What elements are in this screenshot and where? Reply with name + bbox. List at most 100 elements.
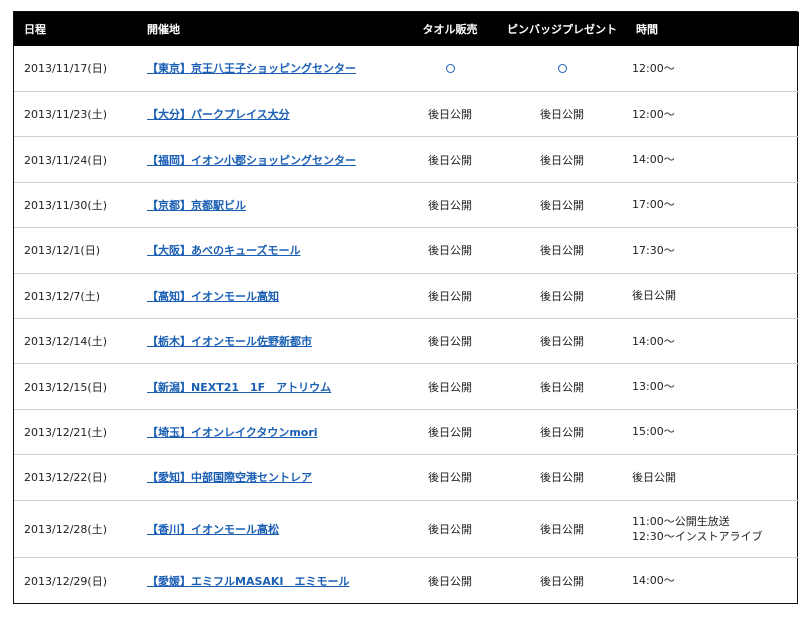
venue-link[interactable]: 【大分】パークプレイス大分 [147, 108, 290, 121]
venue-link[interactable]: 【高知】イオンモール高知 [147, 290, 279, 303]
towel-sale-cell: 後日公開 [428, 289, 472, 303]
event-time-cell: 15:00～ [626, 409, 799, 454]
schedule-table-container: 日程 開催地 タオル販売 ピンバッジプレゼント 時間 2013/11/17(日)… [13, 11, 799, 604]
event-time-cell: 17:30～ [626, 228, 799, 273]
event-time-cell: 14:00～ [626, 318, 799, 363]
header-venue: 開催地 [147, 23, 180, 36]
venue-cell: 【愛知】中部国際空港セントレア [137, 455, 402, 500]
event-date: 2013/12/1(日) [24, 244, 100, 258]
pin-badge-cell: 後日公開 [540, 198, 584, 212]
header-badge: ピンバッジプレゼント [507, 23, 617, 36]
event-date: 2013/12/15(日) [24, 380, 107, 394]
venue-link[interactable]: 【愛媛】エミフルMASAKI エミモール [147, 575, 350, 588]
pin-badge-cell: 後日公開 [540, 335, 584, 349]
event-time: 17:30～ [632, 243, 675, 257]
circle-icon [445, 64, 455, 74]
venue-link[interactable]: 【栃木】イオンモール佐野新都市 [147, 335, 312, 348]
venue-cell: 【東京】京王八王子ショッピングセンター [137, 46, 402, 91]
pin-badge-cell: 後日公開 [540, 380, 584, 394]
event-time: 11:00～公開生放送 [632, 514, 730, 528]
header-towel: タオル販売 [422, 23, 478, 36]
event-time: 12:00～ [632, 107, 675, 121]
towel-sale-cell: 後日公開 [428, 380, 472, 394]
venue-cell: 【大阪】あべのキューズモール [137, 228, 402, 273]
pin-badge-cell: 後日公開 [540, 471, 584, 485]
pin-badge-cell: 後日公開 [540, 244, 584, 258]
venue-cell: 【高知】イオンモール高知 [137, 273, 402, 318]
venue-link[interactable]: 【大阪】あべのキューズモール [147, 244, 300, 257]
event-time: 14:00～ [632, 574, 675, 588]
venue-link[interactable]: 【新潟】NEXT21 1F アトリウム [147, 381, 331, 394]
towel-sale-cell: 後日公開 [428, 574, 472, 588]
event-date: 2013/12/21(土) [24, 425, 107, 439]
event-time: 15:00～ [632, 425, 675, 439]
venue-cell: 【愛媛】エミフルMASAKI エミモール [137, 558, 402, 603]
venue-cell: 【栃木】イオンモール佐野新都市 [137, 318, 402, 363]
event-time: 12:30～インストアライブ [632, 529, 763, 543]
venue-cell: 【埼玉】イオンレイクタウンmori [137, 409, 402, 454]
towel-sale-cell: 後日公開 [428, 522, 472, 536]
towel-sale-cell: 後日公開 [428, 425, 472, 439]
event-time: 14:00～ [632, 153, 675, 167]
table-header: 日程 開催地 タオル販売 ピンバッジプレゼント 時間 [14, 12, 799, 46]
pin-badge-cell [498, 46, 626, 91]
event-date: 2013/11/24(日) [24, 153, 107, 167]
event-time-cell: 14:00～ [626, 137, 799, 182]
event-time: 後日公開 [632, 470, 676, 484]
venue-link[interactable]: 【愛知】中部国際空港セントレア [147, 471, 312, 484]
event-time-cell: 12:00～ [626, 91, 799, 136]
event-time-cell: 後日公開 [626, 273, 799, 318]
event-time: 12:00～ [632, 61, 675, 75]
event-time: 13:00～ [632, 380, 675, 394]
event-date: 2013/12/29(日) [24, 574, 107, 588]
event-date: 2013/11/17(日) [24, 62, 107, 76]
event-time-cell: 17:00～ [626, 182, 799, 227]
venue-link[interactable]: 【京都】京都駅ビル [147, 199, 246, 212]
venue-link[interactable]: 【香川】イオンモール高松 [147, 523, 279, 536]
table-row: 2013/12/14(土) 【栃木】イオンモール佐野新都市 後日公開 後日公開 14:0… [14, 318, 799, 363]
towel-sale-cell: 後日公開 [428, 198, 472, 212]
table-row: 2013/12/7(土) 【高知】イオンモール高知 後日公開 後日公開 後日公開 [14, 273, 799, 318]
event-date: 2013/11/30(土) [24, 198, 107, 212]
header-date: 日程 [24, 23, 46, 36]
table-row: 2013/11/17(日) 【東京】京王八王子ショッピングセンター 12:00～ [14, 46, 799, 91]
venue-link[interactable]: 【福岡】イオン小郡ショッピングセンター [147, 154, 356, 167]
table-row: 2013/12/21(土) 【埼玉】イオンレイクタウンmori 後日公開 後日公開 15… [14, 409, 799, 454]
towel-sale-cell: 後日公開 [428, 108, 472, 122]
venue-cell: 【香川】イオンモール高松 [137, 500, 402, 558]
event-time: 17:00～ [632, 198, 675, 212]
event-date: 2013/11/23(土) [24, 108, 107, 122]
pin-badge-cell: 後日公開 [540, 289, 584, 303]
table-row: 2013/11/24(日) 【福岡】イオン小郡ショッピングセンター 後日公開 後日公開… [14, 136, 799, 182]
event-time-cell: 13:00～ [626, 364, 799, 409]
towel-sale-cell: 後日公開 [428, 244, 472, 258]
venue-link[interactable]: 【東京】京王八王子ショッピングセンター [147, 62, 356, 75]
header-time: 時間 [636, 23, 658, 36]
towel-sale-cell: 後日公開 [428, 471, 472, 485]
table-row: 2013/11/23(土) 【大分】パークプレイス大分 後日公開 後日公開 12:00～ [14, 91, 799, 136]
table-row: 2013/12/22(日) 【愛知】中部国際空港セントレア 後日公開 後日公開 後日公開 [14, 454, 799, 500]
table-row: 2013/11/30(土) 【京都】京都駅ビル 後日公開 後日公開 17:00～ [14, 182, 799, 227]
pin-badge-cell: 後日公開 [540, 425, 584, 439]
pin-badge-cell: 後日公開 [540, 522, 584, 536]
event-date: 2013/12/7(土) [24, 289, 100, 303]
venue-link[interactable]: 【埼玉】イオンレイクタウンmori [147, 426, 318, 439]
event-date: 2013/12/14(土) [24, 335, 107, 349]
pin-badge-cell: 後日公開 [540, 108, 584, 122]
circle-icon [557, 64, 567, 74]
event-time-cell: 12:00～ [626, 46, 799, 91]
event-time-cell: 11:00～公開生放送 12:30～インストアライブ [626, 500, 799, 558]
venue-cell: 【福岡】イオン小郡ショッピングセンター [137, 137, 402, 182]
table-row: 2013/12/1(日) 【大阪】あべのキューズモール 後日公開 後日公開 17:30～ [14, 227, 799, 273]
event-date: 2013/12/22(日) [24, 471, 107, 485]
table-row: 2013/12/15(日) 【新潟】NEXT21 1F アトリウム 後日公開 後日公開… [14, 363, 799, 409]
event-time: 後日公開 [632, 289, 676, 303]
table-row: 2013/12/28(土) 【香川】イオンモール高松 後日公開 後日公開 11:00～公… [14, 500, 799, 558]
towel-sale-cell: 後日公開 [428, 335, 472, 349]
venue-cell: 【大分】パークプレイス大分 [137, 91, 402, 136]
event-time-cell: 後日公開 [626, 455, 799, 500]
event-schedule-table: 日程 開催地 タオル販売 ピンバッジプレゼント 時間 2013/11/17(日)… [14, 12, 799, 603]
header-row: 日程 開催地 タオル販売 ピンバッジプレゼント 時間 [14, 12, 799, 46]
towel-sale-cell [402, 46, 498, 91]
table-row: 2013/12/29(日) 【愛媛】エミフルMASAKI エミモール 後日公開 後日公… [14, 557, 799, 603]
